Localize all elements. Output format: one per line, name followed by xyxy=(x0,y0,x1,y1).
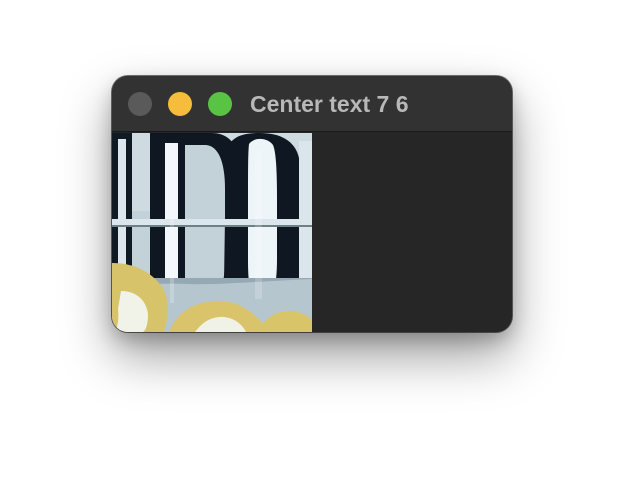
signage-photo xyxy=(112,133,312,332)
window-title: Center text 7 6 xyxy=(250,91,409,117)
zoom-button[interactable] xyxy=(208,92,232,116)
close-button[interactable] xyxy=(128,92,152,116)
minimize-button[interactable] xyxy=(168,92,192,116)
desktop: Center text 7 6 xyxy=(0,0,624,480)
window-content xyxy=(112,132,512,332)
title-bar[interactable]: Center text 7 6 xyxy=(112,76,512,132)
image-view xyxy=(112,133,312,332)
app-window: Center text 7 6 xyxy=(112,76,512,332)
